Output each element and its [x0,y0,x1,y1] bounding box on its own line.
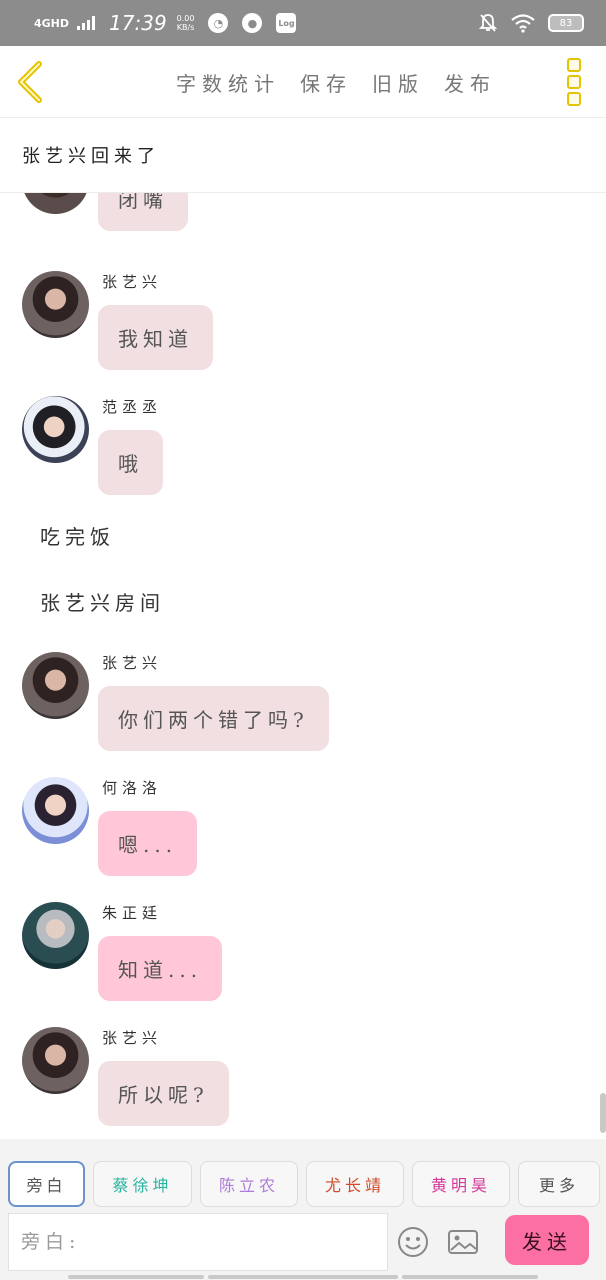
back-button[interactable] [0,46,60,118]
message-input[interactable] [21,1231,375,1253]
status-bar: 4GHD 17:39 0.00 KB/s ◔ ● Log 83 [0,0,606,46]
story-title: 张艺兴回来了 [22,146,160,167]
chevron-left-icon [18,60,42,103]
clock: 17:39 [109,11,167,35]
sender-name: 张艺兴 [102,1029,163,1047]
narration-text[interactable]: 吃完饭 [40,521,115,550]
character-chip[interactable]: 黄明昊 [412,1161,510,1207]
network-type: 4GHD [34,16,70,30]
chat-area[interactable]: 闭嘴 张艺兴 我知道 范丞丞 哦 吃完饭 张艺兴房间 张艺兴 你们两个错了吗? … [0,193,606,1139]
story-title-bar: 张艺兴回来了 [0,118,606,193]
avatar [22,193,89,214]
sender-name: 张艺兴 [102,654,163,672]
avatar [22,271,89,338]
gesture-bar [208,1275,398,1279]
speedometer-icon: ◔ [208,13,229,33]
message-bubble[interactable]: 所以呢? [98,1061,229,1126]
publish-link[interactable]: 发布 [444,68,496,97]
message-bubble[interactable]: 知道... [98,936,223,1001]
gesture-bar [68,1275,204,1279]
avatar [22,396,89,463]
sender-name: 范丞丞 [102,398,163,416]
emoji-icon[interactable] [396,1225,430,1259]
character-selector: 旁白 蔡徐坤 陈立农 尤长靖 黄明昊 更多 [8,1161,600,1207]
wechat-icon: ● [242,13,263,33]
message-input-box [8,1213,388,1271]
sender-name: 张艺兴 [102,273,163,291]
sender-name: 何洛洛 [102,779,163,797]
message-bubble[interactable]: 闭嘴 [98,193,188,231]
net-speed-unit: KB/s [176,23,195,32]
message-bubble[interactable]: 你们两个错了吗? [98,686,329,751]
net-speed-value: 0.00 [176,14,195,23]
top-nav: 字数统计 保存 旧版 发布 [0,46,606,118]
gesture-bar [402,1275,538,1279]
save-link[interactable]: 保存 [300,68,352,97]
send-button[interactable]: 发送 [505,1215,589,1265]
composer: 旁白 蔡徐坤 陈立农 尤长靖 黄明昊 更多 发送 [0,1139,606,1280]
character-chip[interactable]: 蔡徐坤 [93,1161,192,1207]
image-icon[interactable] [446,1225,480,1259]
character-chip[interactable]: 陈立农 [200,1161,298,1207]
avatar [22,1027,89,1094]
avatar [22,777,89,844]
message-bubble[interactable]: 哦 [98,430,163,495]
battery-icon: 83 [548,14,584,32]
signal-icon [77,16,96,30]
message-bubble[interactable]: 嗯... [98,811,198,876]
avatar [22,652,89,719]
mute-bell-icon [478,14,498,32]
more-menu-icon[interactable] [564,58,584,106]
avatar [22,902,89,969]
scrollbar[interactable] [600,1093,606,1133]
sender-name: 朱正廷 [102,904,163,922]
wifi-icon [511,14,535,33]
message-bubble[interactable]: 我知道 [98,305,213,370]
log-icon: Log [276,13,297,33]
character-chip-narrator[interactable]: 旁白 [8,1161,85,1207]
net-speed: 0.00 KB/s [177,14,195,32]
word-count-link[interactable]: 字数统计 [176,68,280,97]
narration-text[interactable]: 张艺兴房间 [40,587,165,616]
old-version-link[interactable]: 旧版 [372,68,424,97]
character-chip[interactable]: 尤长靖 [306,1161,404,1207]
more-characters-button[interactable]: 更多 [518,1161,600,1207]
